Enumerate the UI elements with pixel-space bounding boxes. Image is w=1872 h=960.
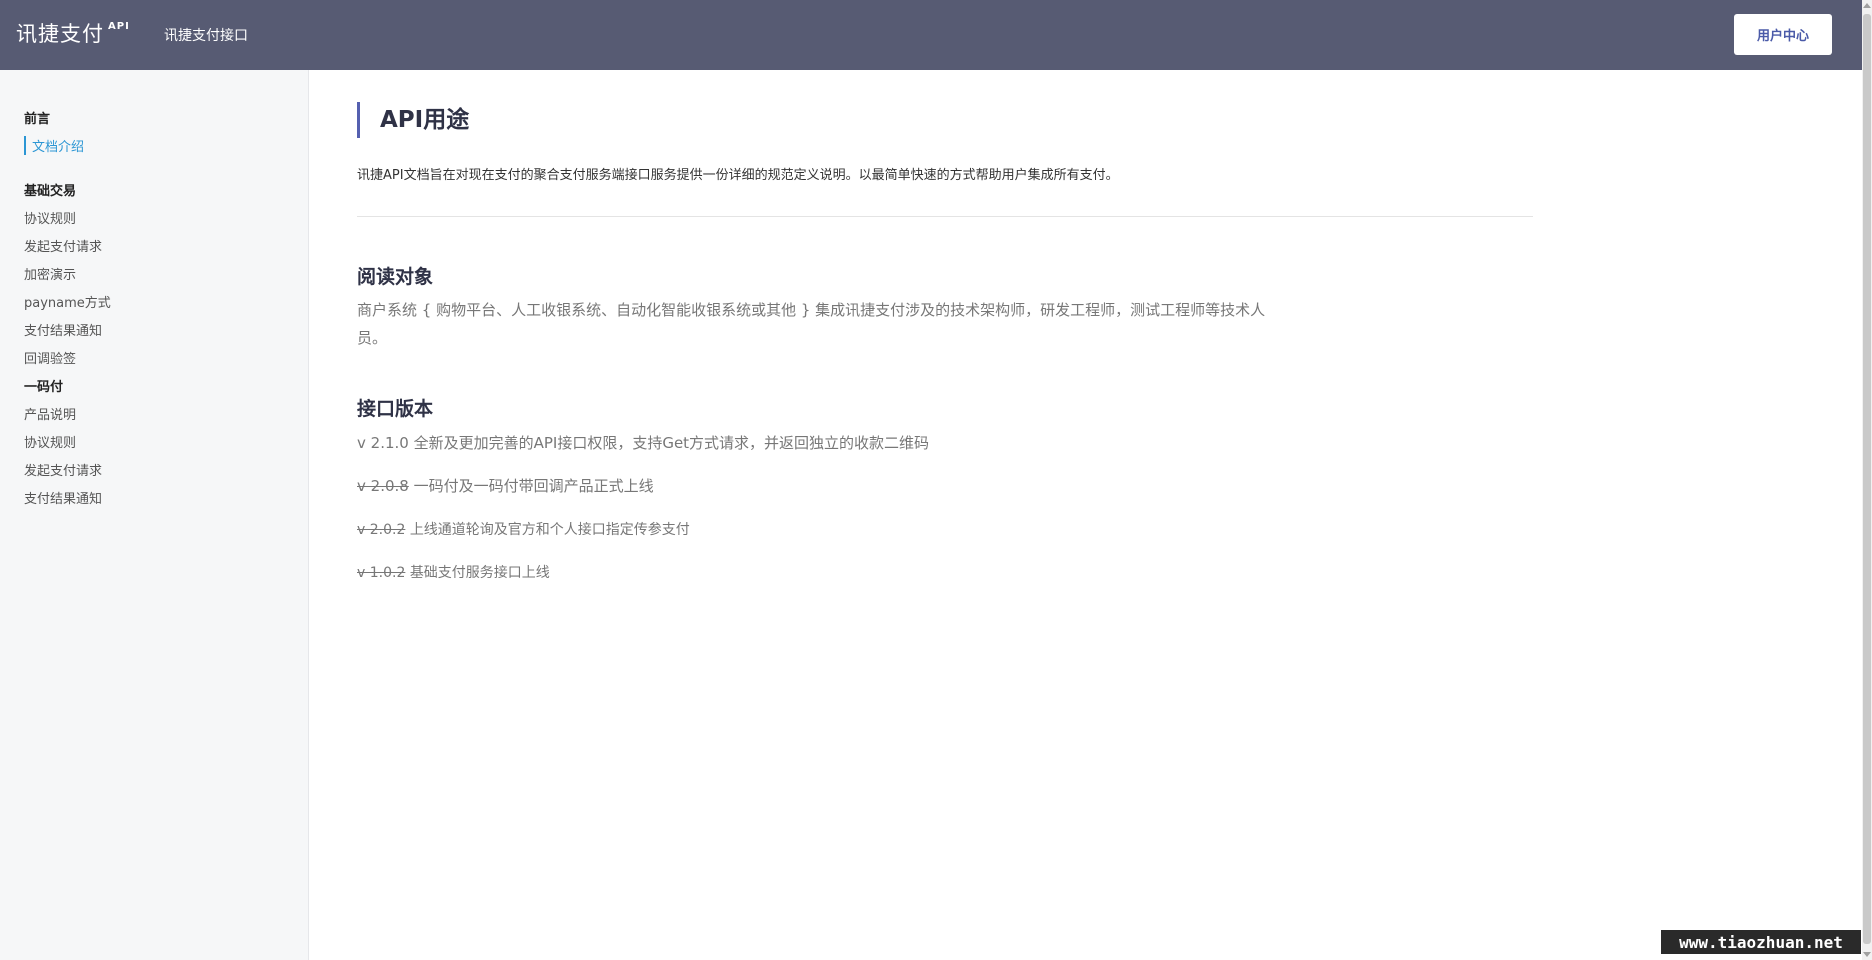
- top-header: 讯捷支付 API 讯捷支付接口 用户中心: [0, 0, 1862, 70]
- version-line: v 2.0.2 上线通道轮询及官方和个人接口指定传参支付: [357, 519, 690, 539]
- sidebar-group-basic-trade: 基础交易: [24, 184, 77, 199]
- sidebar-item-payname[interactable]: payname方式: [24, 292, 111, 311]
- sidebar-item-initiate-payment[interactable]: 发起支付请求: [24, 236, 102, 255]
- scroll-up-arrow-icon[interactable]: [1863, 3, 1871, 8]
- versions-title: 接口版本: [357, 398, 434, 420]
- version-desc: 一码付及一码付带回调产品正式上线: [413, 477, 654, 495]
- version-desc: 全新及更加完善的API接口权限，支持Get方式请求，并返回独立的收款二维码: [413, 434, 930, 452]
- sidebar: 前言 文档介绍 基础交易 协议规则 发起支付请求 加密演示 payname方式 …: [0, 70, 309, 960]
- readers-title: 阅读对象: [357, 266, 434, 288]
- sidebar-item-encryption-demo[interactable]: 加密演示: [24, 264, 76, 283]
- vertical-scrollbar[interactable]: [1862, 0, 1872, 960]
- intro-text: 讯捷API文档旨在对现在支付的聚合支付服务端接口服务提供一份详细的规范定义说明。…: [357, 168, 1119, 183]
- version-line: v 2.1.0 全新及更加完善的API接口权限，支持Get方式请求，并返回独立的…: [357, 432, 929, 453]
- header-nav-link[interactable]: 讯捷支付接口: [164, 25, 248, 45]
- watermark: www.tiaozhuan.net: [1661, 930, 1861, 954]
- brand-logo[interactable]: 讯捷支付 API: [16, 18, 130, 48]
- sidebar-item-initiate-payment-2[interactable]: 发起支付请求: [24, 460, 102, 479]
- sidebar-item-product-desc[interactable]: 产品说明: [24, 404, 76, 423]
- page-title: API用途: [357, 102, 757, 138]
- sidebar-item-callback-verify[interactable]: 回调验签: [24, 348, 76, 367]
- version-number: v 2.0.2: [357, 522, 406, 538]
- sidebar-item-protocol-rules-2[interactable]: 协议规则: [24, 432, 76, 451]
- version-line: v 2.0.8 一码付及一码付带回调产品正式上线: [357, 475, 654, 496]
- version-number: v 2.1.0: [357, 434, 409, 452]
- scroll-thumb[interactable]: [1863, 14, 1871, 944]
- version-desc: 上线通道轮询及官方和个人接口指定传参支付: [409, 522, 690, 538]
- scroll-down-arrow-icon[interactable]: [1863, 952, 1871, 957]
- sidebar-item-payment-notify[interactable]: 支付结果通知: [24, 320, 102, 339]
- sidebar-group-one-code-pay: 一码付: [24, 380, 64, 395]
- version-number: v 1.0.2: [357, 565, 406, 581]
- sidebar-item-doc-intro[interactable]: 文档介绍: [24, 136, 84, 155]
- section-divider: [357, 216, 1533, 217]
- version-number: v 2.0.8: [357, 477, 409, 495]
- sidebar-item-protocol-rules[interactable]: 协议规则: [24, 208, 76, 227]
- brand-api-badge: API: [108, 21, 130, 32]
- sidebar-group-preface: 前言: [24, 112, 51, 127]
- user-center-button[interactable]: 用户中心: [1734, 14, 1832, 55]
- version-line: v 1.0.2 基础支付服务接口上线: [357, 562, 550, 582]
- readers-text: 商户系统 { 购物平台、人工收银系统、自动化智能收银系统或其他 } 集成讯捷支付…: [357, 301, 1266, 347]
- sidebar-item-payment-notify-2[interactable]: 支付结果通知: [24, 488, 102, 507]
- brand-name: 讯捷支付: [16, 22, 104, 46]
- version-desc: 基础支付服务接口上线: [409, 565, 550, 581]
